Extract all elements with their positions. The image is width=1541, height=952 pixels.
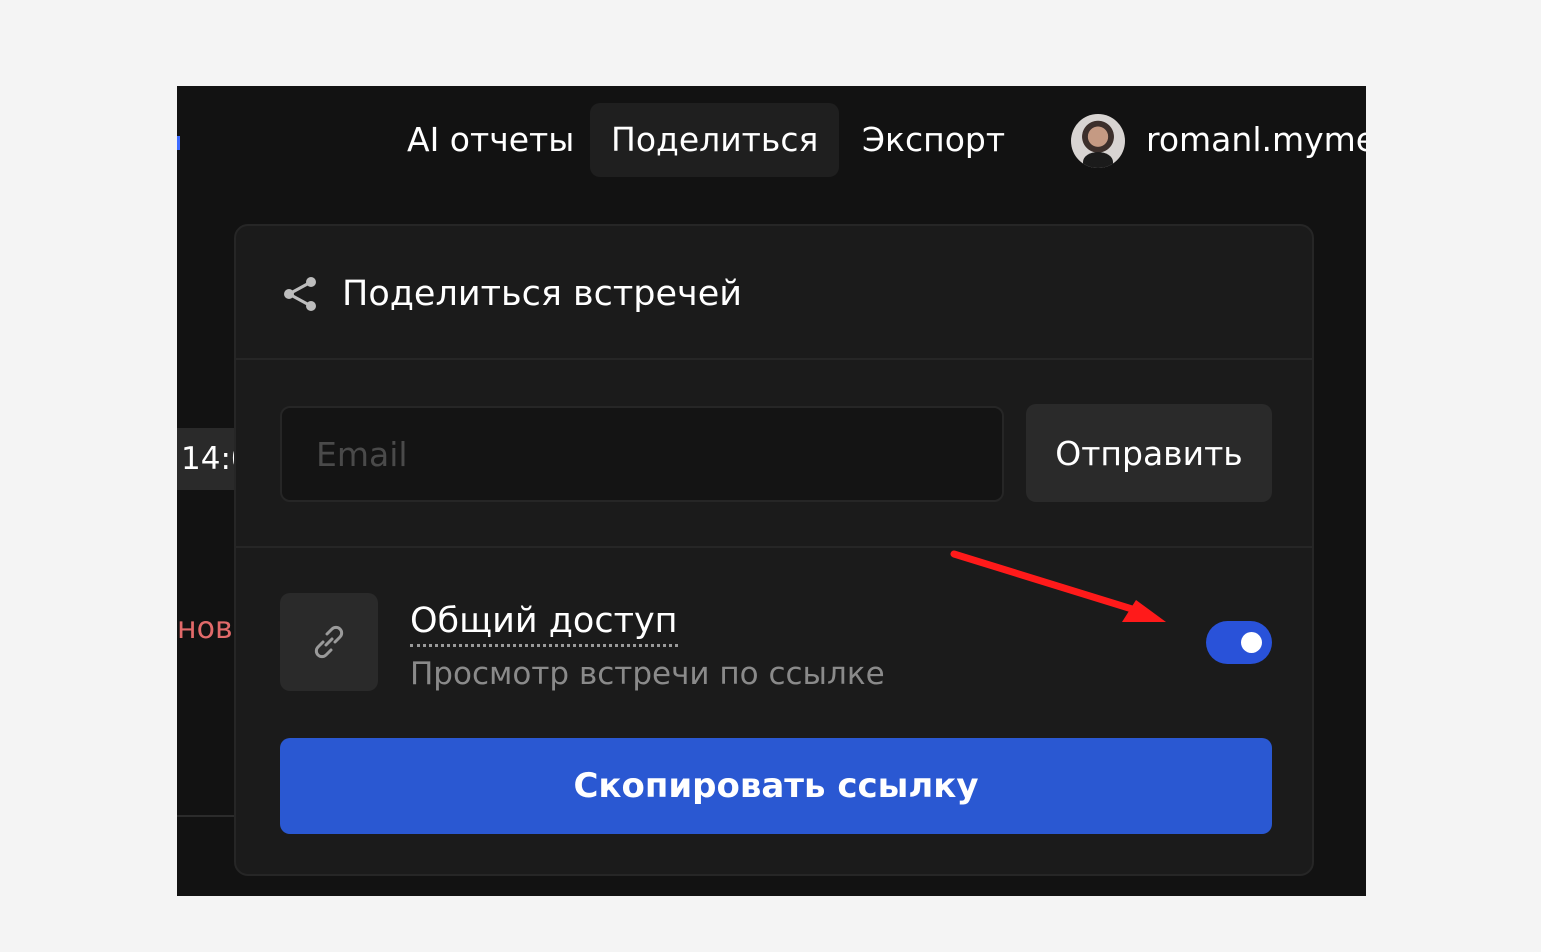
copy-link-button[interactable]: Скопировать ссылку	[280, 738, 1272, 834]
nav-share[interactable]: Поделиться	[590, 103, 840, 177]
avatar[interactable]	[1071, 114, 1125, 168]
time-fragment: 14:0	[177, 428, 235, 490]
email-input[interactable]	[280, 406, 1004, 502]
email-invite-row: Отправить	[236, 360, 1312, 548]
background-divider	[177, 815, 235, 817]
app-window: AI отчеты Поделиться Экспорт romanl.myme…	[177, 86, 1366, 896]
public-access-title: Общий доступ	[410, 598, 678, 647]
nav-ai-reports[interactable]: AI отчеты	[407, 103, 574, 177]
link-tile	[280, 593, 378, 691]
public-access-toggle[interactable]	[1206, 621, 1272, 664]
toggle-knob	[1241, 632, 1262, 653]
share-panel-title: Поделиться встречей	[342, 274, 742, 314]
avatar-shirt	[1083, 152, 1113, 168]
share-panel-header: Поделиться встречей	[236, 226, 1312, 360]
link-icon	[314, 625, 344, 659]
share-icon	[284, 277, 316, 311]
send-button[interactable]: Отправить	[1026, 404, 1272, 502]
red-text-fragment: нов	[177, 611, 233, 646]
share-panel: Поделиться встречей Отправить Общий дост…	[234, 224, 1314, 876]
public-access-subtitle: Просмотр встречи по ссылке	[410, 656, 885, 692]
username[interactable]: romanl.myme	[1146, 103, 1366, 177]
nav-export[interactable]: Экспорт	[862, 103, 1005, 177]
logo-fragment	[177, 136, 180, 150]
